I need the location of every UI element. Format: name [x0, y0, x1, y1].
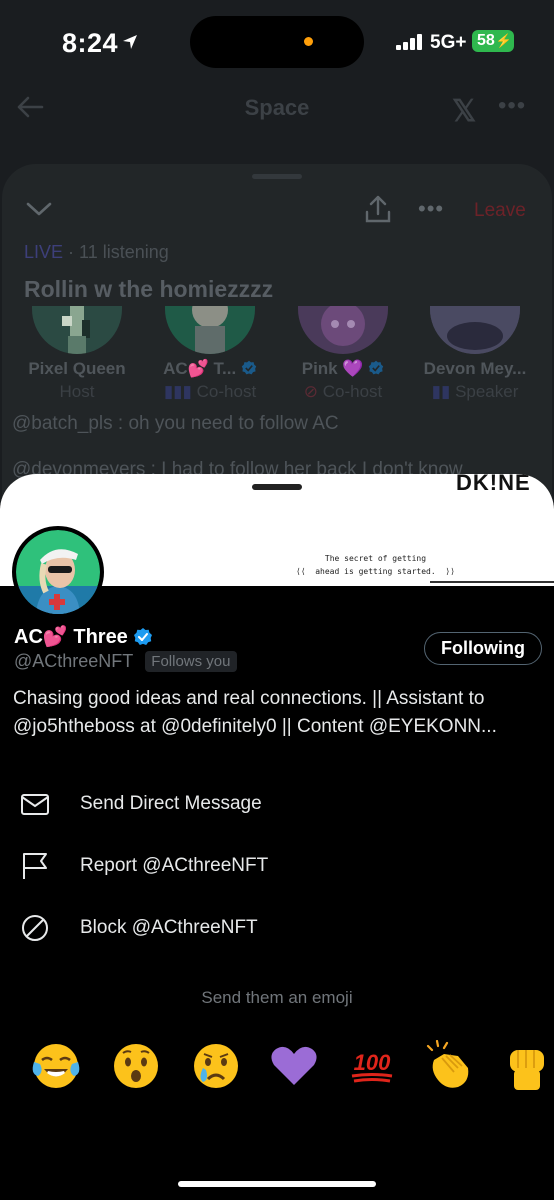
leave-button[interactable]: Leave: [474, 200, 526, 222]
share-icon[interactable]: [364, 194, 392, 224]
profile-avatar[interactable]: [12, 526, 104, 618]
speaker-pink[interactable]: Pink 💜 ⊘ Co-host: [278, 306, 408, 402]
speaker-name-text: AC💕 T...: [163, 359, 237, 378]
network-type: 5G+: [430, 32, 467, 53]
block-icon: [22, 915, 48, 941]
action-label: Report @ACthreeNFT: [80, 855, 269, 876]
purple-heart-icon[interactable]: [268, 1040, 320, 1092]
location-arrow-icon: [123, 35, 137, 49]
mic-active-icon: ▮▮▮: [163, 382, 192, 401]
battery-level: 58: [477, 32, 495, 49]
speaker-role: ⊘ Co-host: [278, 382, 408, 402]
flag-icon: [23, 853, 47, 879]
display-name: AC💕 Three: [14, 626, 128, 648]
following-button[interactable]: Following: [424, 632, 542, 665]
emoji-prompt: Send them an emoji: [201, 988, 353, 1007]
action-label: Block @ACthreeNFT: [80, 917, 258, 938]
emoji-reaction-row: 100: [0, 1040, 554, 1096]
cellular-signal-icon: [396, 34, 422, 50]
space-more-icon[interactable]: •••: [418, 196, 444, 222]
verified-badge-icon: [133, 627, 152, 645]
speaker-name: Devon Mey...: [423, 359, 527, 378]
speaker-role-text: Co-host: [196, 382, 257, 401]
profile-name-row: AC💕 Three: [14, 624, 153, 649]
speaker-ac-three[interactable]: AC💕 T... ▮▮▮ Co-host: [145, 306, 275, 402]
x-logo-icon[interactable]: 𝕏: [452, 94, 476, 129]
mic-muted-icon: ⊘: [303, 382, 318, 401]
space-title: Rollin w the homiezzzz: [24, 276, 274, 302]
banner-divider: [430, 581, 554, 583]
follows-you-badge: Follows you: [145, 651, 237, 672]
more-options-icon[interactable]: •••: [498, 92, 526, 120]
home-indicator[interactable]: [178, 1181, 376, 1187]
mic-active-icon: ▮▮: [431, 382, 451, 401]
sheet-drag-handle[interactable]: [252, 484, 302, 490]
svg-text:100: 100: [354, 1050, 391, 1075]
crying-face-icon[interactable]: [190, 1040, 242, 1092]
astonished-face-icon[interactable]: [110, 1040, 162, 1092]
raised-fist-icon[interactable]: [500, 1040, 552, 1092]
profile-handle: @ACthreeNFT: [14, 651, 134, 671]
verified-badge-icon: [241, 360, 257, 375]
avatar: [430, 306, 520, 354]
speaker-role-text: Speaker: [455, 382, 519, 401]
verified-badge-icon: [369, 360, 384, 375]
speaker-name-text: Pink 💜: [301, 359, 364, 378]
envelope-icon: [21, 794, 49, 815]
battery-indicator: 58 ⚡: [472, 30, 514, 52]
speaker-name: AC💕 T...: [145, 359, 275, 379]
drag-handle[interactable]: [252, 174, 302, 179]
report-user-button[interactable]: Report @ACthreeNFT: [0, 841, 554, 891]
status-time: 8:24: [62, 28, 119, 58]
profile-handle-row: @ACthreeNFT Follows you: [14, 651, 237, 672]
banner-quote: ⟨⟨ The secret of getting ahead is gettin…: [296, 554, 455, 576]
send-direct-message-button[interactable]: Send Direct Message: [0, 779, 554, 829]
live-badge: LIVE: [24, 242, 64, 262]
clapping-hands-icon[interactable]: [424, 1040, 476, 1092]
avatar: [165, 306, 255, 354]
chevron-down-icon[interactable]: [26, 200, 52, 218]
speaker-name: Pink 💜: [278, 359, 408, 379]
profile-bio: Chasing good ideas and real connections.…: [13, 688, 497, 737]
chat-message: @batch_pls : oh you need to follow AC: [12, 413, 339, 434]
speaker-devon[interactable]: Devon Mey... ▮▮ Speaker: [410, 306, 540, 402]
hundred-points-icon[interactable]: 100: [346, 1040, 398, 1092]
banner-quote-text: The secret of getting ahead is getting s…: [315, 554, 436, 576]
avatar: [298, 306, 388, 354]
dynamic-island: [190, 16, 364, 68]
speaker-pixel-queen[interactable]: Pixel Queen Host: [12, 306, 142, 402]
speaker-role-text: Co-host: [322, 382, 383, 401]
speaker-role: ▮▮▮ Co-host: [145, 382, 275, 402]
action-label: Send Direct Message: [80, 793, 262, 814]
privacy-indicator-dot: [304, 37, 313, 46]
listener-count: · 11 listening: [63, 242, 169, 262]
speaker-name: Pixel Queen: [28, 359, 126, 378]
block-user-button[interactable]: Block @ACthreeNFT: [0, 903, 554, 953]
charging-bolt-icon: ⚡: [495, 33, 512, 48]
speaker-role: Host: [59, 382, 95, 401]
avatar: [32, 306, 122, 354]
speaker-role: ▮▮ Speaker: [410, 382, 540, 402]
live-status: LIVE · 11 listening: [24, 242, 169, 263]
face-with-tears-of-joy-icon[interactable]: [30, 1040, 82, 1092]
banner-brand-text: DK!NE: [456, 474, 531, 495]
